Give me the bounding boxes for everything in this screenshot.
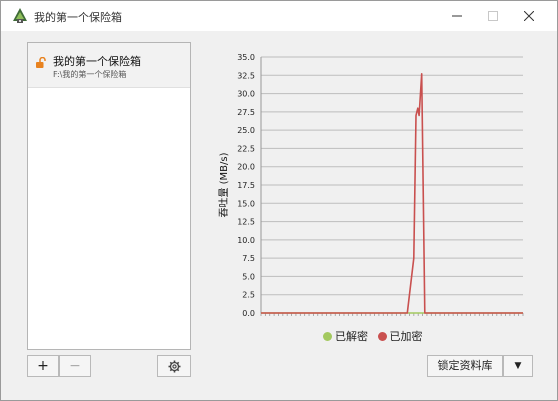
- legend-label-encrypted: 已加密: [389, 330, 423, 343]
- close-icon: [524, 11, 534, 21]
- maximize-icon: [488, 11, 498, 21]
- y-tick-label: 27.5: [237, 108, 255, 117]
- minimize-button[interactable]: [439, 1, 475, 31]
- close-button[interactable]: [511, 1, 547, 31]
- y-tick-label: 32.5: [237, 71, 255, 80]
- throughput-chart: 0.0 2.5 5.0 7.5 10.0 12.5 15.0 17.5 20.0 22.5 25.0…: [218, 53, 524, 318]
- y-tick-label: 2.5: [242, 291, 255, 300]
- minimize-icon: [452, 15, 462, 17]
- y-tick-label: 0.0: [242, 309, 255, 318]
- settings-button[interactable]: [157, 355, 191, 377]
- y-tick-label: 20.0: [237, 163, 255, 172]
- y-tick-label: 5.0: [242, 272, 255, 281]
- chart-legend: 已解密 已加密: [323, 328, 429, 344]
- y-tick-label: 35.0: [237, 53, 255, 62]
- lock-vault-button[interactable]: 锁定资料库: [427, 355, 503, 377]
- cryptomator-icon: [13, 8, 27, 23]
- legend-item-encrypted: 已加密: [377, 330, 423, 343]
- legend-label-decrypted: 已解密: [335, 330, 368, 343]
- legend-dot-decrypted: [323, 332, 332, 341]
- y-tick-label: 7.5: [242, 254, 255, 263]
- window-title: 我的第一个保险箱: [34, 11, 122, 24]
- y-tick-label: 25.0: [237, 126, 255, 135]
- maximize-button[interactable]: [475, 1, 511, 31]
- y-tick-label: 12.5: [237, 218, 255, 227]
- legend-item-decrypted: 已解密: [323, 330, 368, 343]
- remove-vault-button[interactable]: −: [59, 355, 91, 377]
- vault-name: 我的第一个保险箱: [53, 55, 141, 68]
- add-vault-button[interactable]: +: [27, 355, 59, 377]
- vault-path: F:\我的第一个保险箱: [53, 70, 127, 79]
- legend-dot-encrypted: [377, 332, 387, 341]
- y-tick-label: 17.5: [237, 181, 255, 190]
- y-axis-label: 吞吐量 (MB/s): [218, 152, 230, 217]
- lock-options-dropdown[interactable]: ▼: [503, 355, 533, 377]
- y-tick-label: 15.0: [237, 199, 255, 208]
- y-tick-label: 10.0: [237, 236, 255, 245]
- vault-list-item[interactable]: 我的第一个保险箱 F:\我的第一个保险箱: [28, 43, 190, 88]
- gear-icon: [168, 360, 181, 373]
- y-tick-label: 22.5: [237, 144, 255, 153]
- title-bar[interactable]: 我的第一个保险箱: [1, 1, 557, 31]
- vault-list[interactable]: 我的第一个保险箱 F:\我的第一个保险箱: [27, 42, 191, 350]
- unlocked-padlock-icon: [36, 57, 46, 68]
- app-window: 我的第一个保险箱 我的第一个保险箱 F:\我的第一个保险箱 + − 0.0 2.…: [0, 0, 558, 401]
- y-tick-label: 30.0: [237, 90, 255, 99]
- series-line-encrypted: [261, 72, 523, 314]
